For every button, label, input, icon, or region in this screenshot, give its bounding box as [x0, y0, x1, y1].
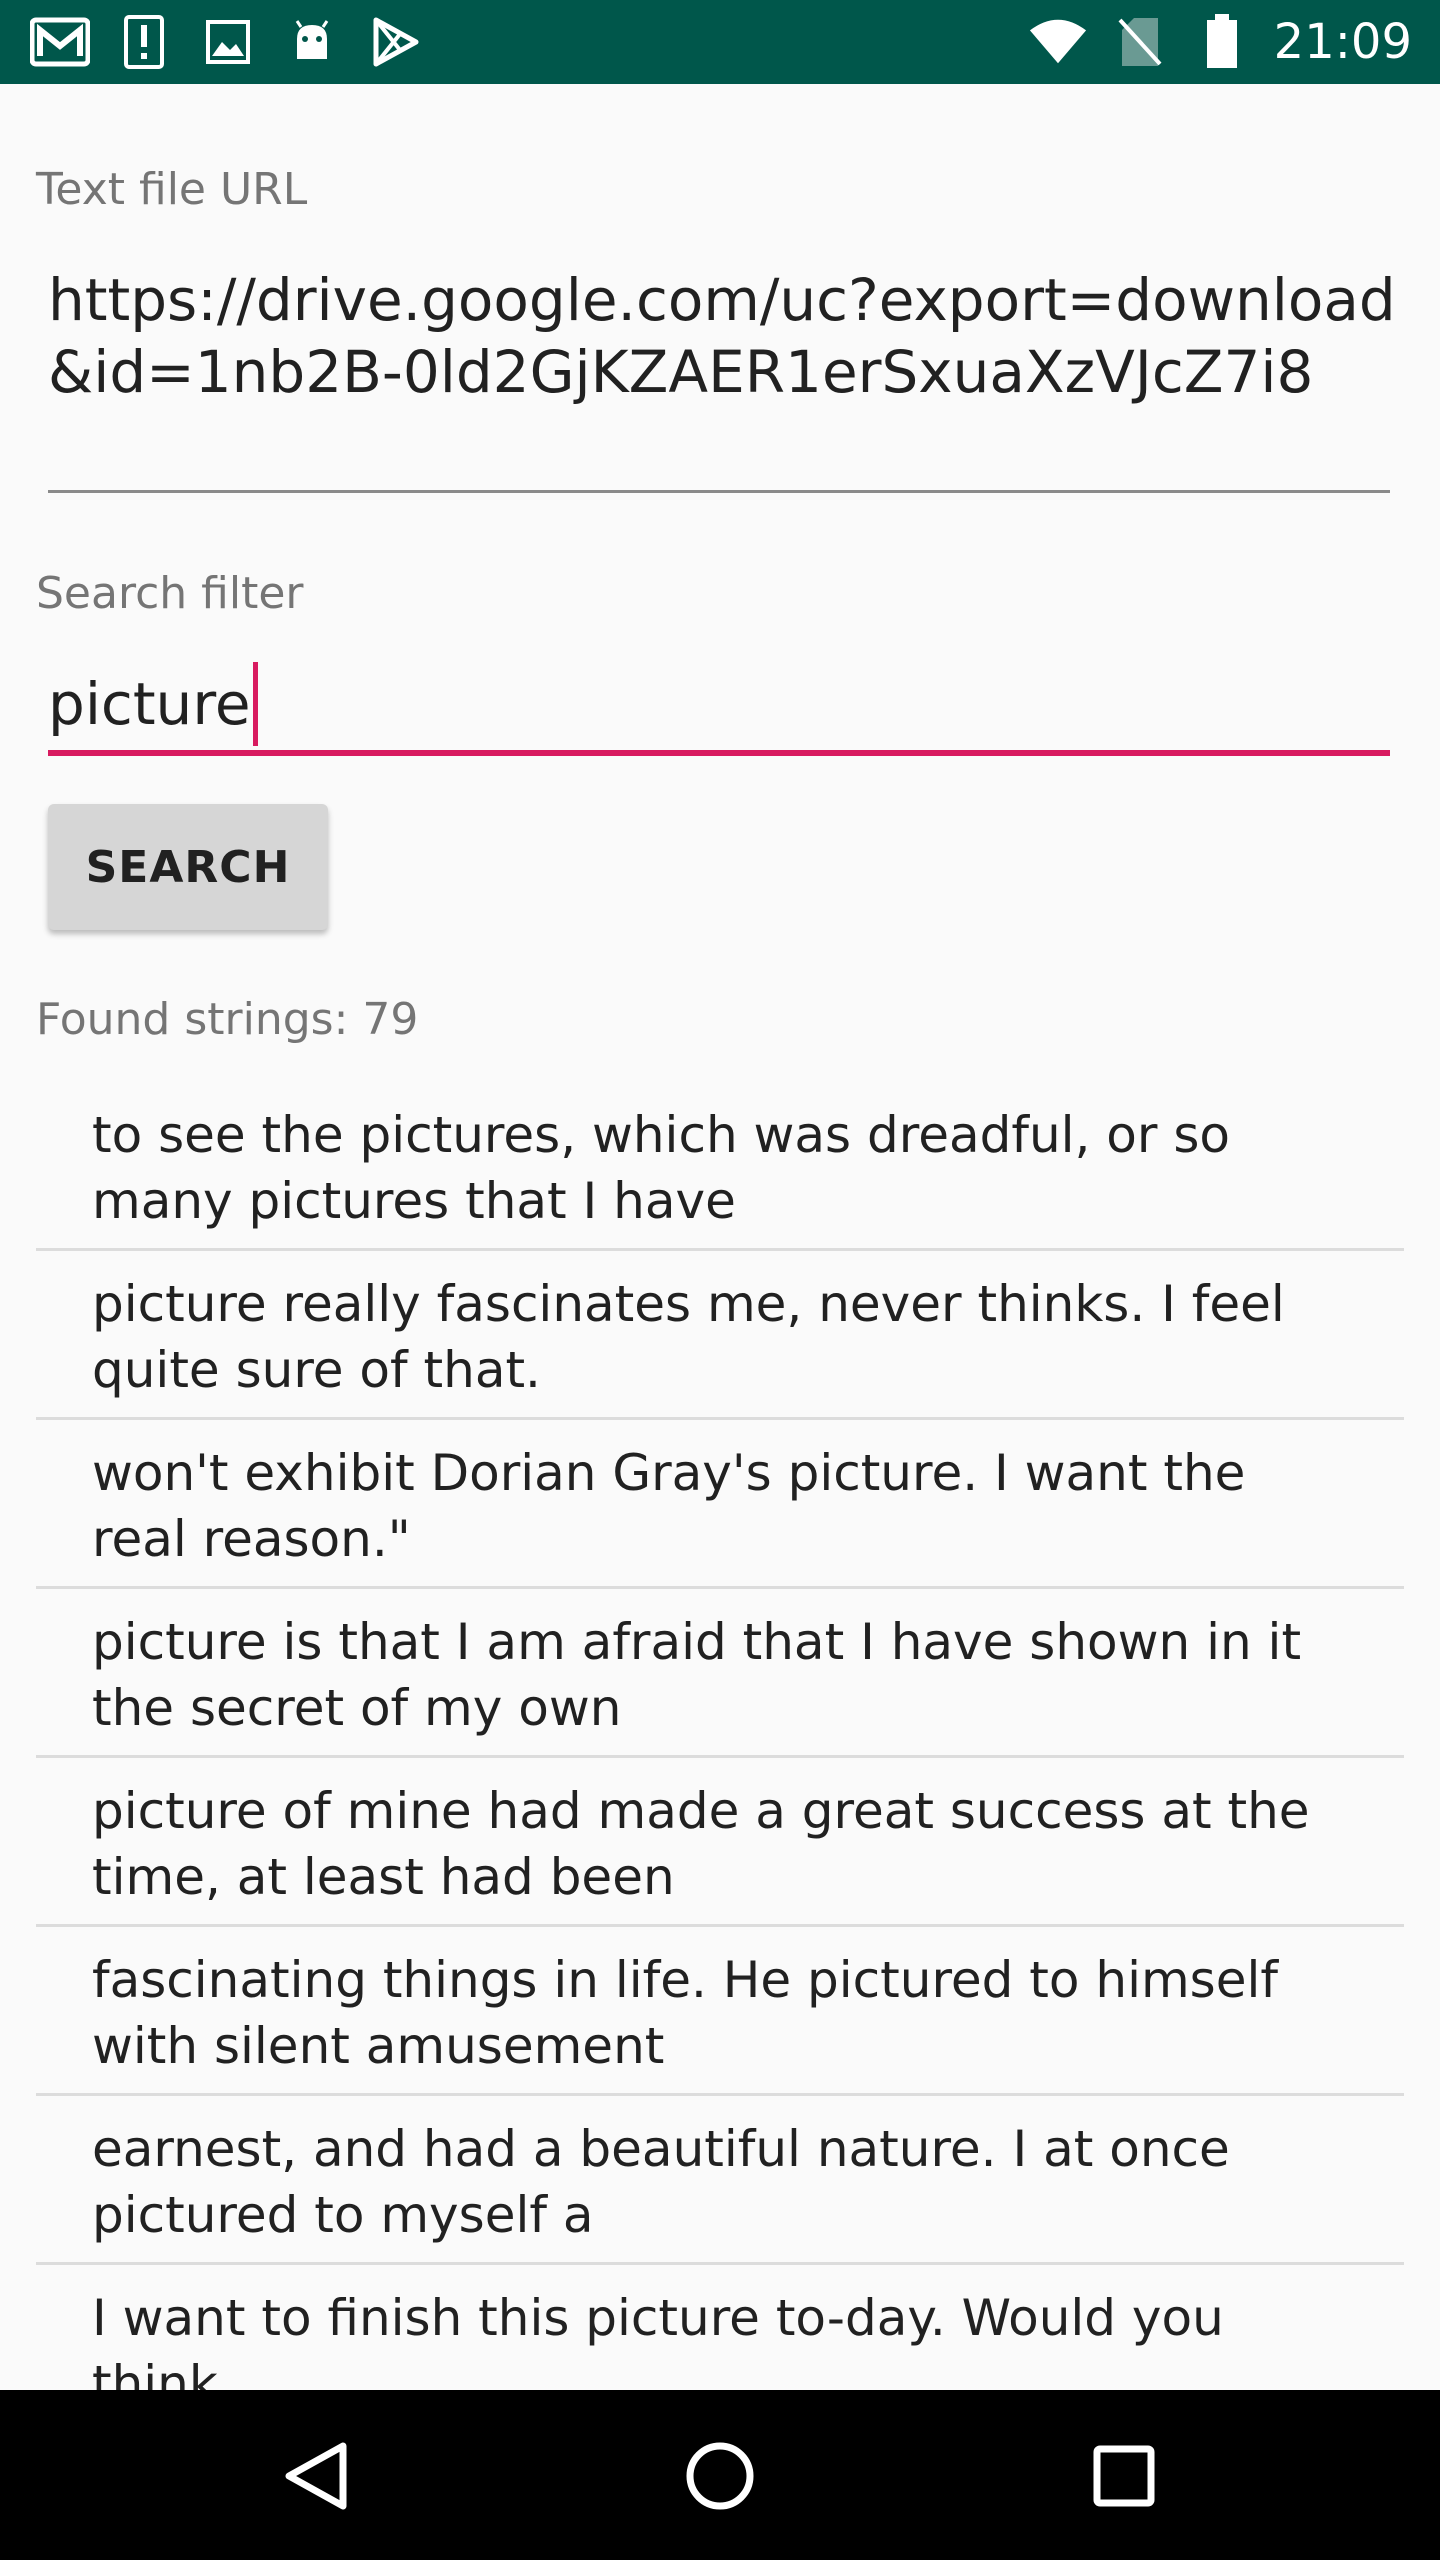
wifi-icon [1028, 14, 1088, 70]
list-item[interactable]: won't exhibit Dorian Gray's picture. I w… [36, 1420, 1404, 1589]
recents-icon[interactable] [1074, 2426, 1174, 2526]
url-input-underline [48, 490, 1390, 493]
list-item[interactable]: to see the pictures, which was dreadful,… [36, 1082, 1404, 1251]
home-icon[interactable] [670, 2426, 770, 2526]
url-label: Text file URL [36, 164, 308, 215]
url-input[interactable]: https://drive.google.com/uc?export=downl… [48, 264, 1398, 408]
search-filter-input[interactable]: picture [48, 662, 258, 746]
list-item[interactable]: picture of mine had made a great success… [36, 1758, 1404, 1927]
gmail-icon [30, 14, 90, 70]
status-time: 21:09 [1273, 14, 1412, 70]
search-filter-underline [48, 750, 1390, 756]
list-item[interactable]: fascinating things in life. He pictured … [36, 1927, 1404, 2096]
list-item[interactable]: earnest, and had a beautiful nature. I a… [36, 2096, 1404, 2265]
alert-icon [114, 14, 174, 70]
list-item[interactable]: picture is that I am afraid that I have … [36, 1589, 1404, 1758]
list-item[interactable]: I want to finish this picture to-day. Wo… [36, 2265, 1404, 2390]
notification-icons [30, 14, 426, 70]
search-filter-text: picture [48, 670, 251, 738]
image-icon [198, 14, 258, 70]
filter-label: Search filter [36, 568, 304, 619]
found-count: Found strings: 79 [36, 994, 419, 1045]
results-list[interactable]: to see the pictures, which was dreadful,… [36, 1082, 1404, 2390]
navigation-bar [0, 2390, 1440, 2560]
status-bar: 21:09 [0, 0, 1440, 84]
android-icon [282, 14, 342, 70]
text-cursor [252, 662, 258, 746]
back-icon[interactable] [266, 2426, 366, 2526]
no-sim-icon [1110, 14, 1170, 70]
system-icons: 21:09 [1028, 14, 1412, 70]
battery-icon [1192, 14, 1252, 70]
play-store-icon [366, 14, 426, 70]
list-item[interactable]: picture really fascinates me, never thin… [36, 1251, 1404, 1420]
main-content: Text file URL https://drive.google.com/u… [0, 84, 1440, 2390]
search-button[interactable]: SEARCH [48, 804, 328, 930]
